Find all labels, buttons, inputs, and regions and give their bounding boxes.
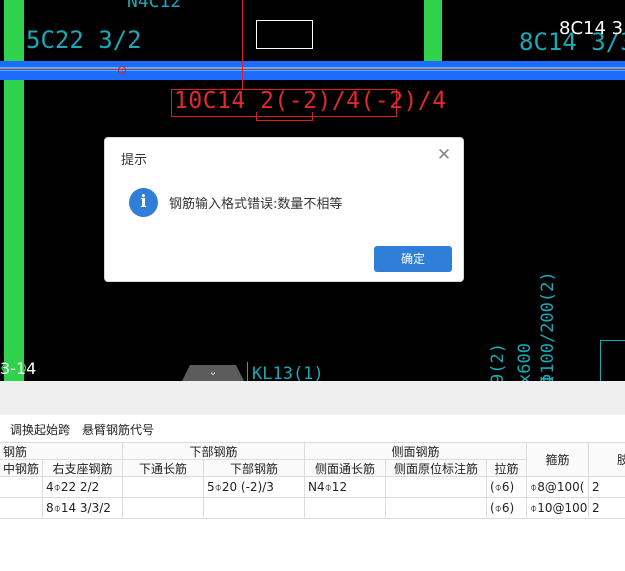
sub-header: 侧面通长筋: [305, 460, 386, 477]
dialog-title: 提示: [121, 153, 148, 168]
table-cell[interactable]: ⌽8@100(: [527, 477, 589, 498]
table-cell[interactable]: 5⌽20 (-2)/3: [204, 477, 305, 498]
group-header: 箍筋: [527, 442, 589, 477]
axis-line-vertical: [242, 0, 243, 90]
table-cell[interactable]: [0, 477, 43, 498]
sub-header: 拉筋: [487, 460, 527, 477]
table-cell[interactable]: N4⌽12: [305, 477, 386, 498]
panel-separator: [0, 381, 625, 415]
group-header: 下部钢筋: [123, 442, 305, 460]
top-right-white-label: 8C14 3: [559, 18, 624, 39]
sub-header: 下通长筋: [123, 460, 204, 477]
axis-line-horizontal: [0, 69, 625, 70]
table-cell[interactable]: [386, 477, 487, 498]
table-cell[interactable]: 2: [589, 477, 625, 498]
stirrup-marker: [600, 340, 625, 381]
dialog-message: 钢筋输入格式错误:数量不相等: [169, 197, 343, 212]
beam: [0, 61, 625, 80]
table-cell[interactable]: ⌽10@100: [527, 498, 589, 519]
collapse-panel-button[interactable]: ⌄: [182, 365, 244, 381]
column-top-right: [424, 0, 442, 61]
table-cell[interactable]: 4⌽22 2/2: [43, 477, 123, 498]
table-toolbar: 调换起始跨 悬臂钢筋代号: [0, 415, 625, 441]
table-cell[interactable]: [305, 498, 386, 519]
info-icon: i: [129, 188, 158, 217]
column-left: [4, 0, 24, 381]
sub-header: 侧面原位标注筋: [386, 460, 487, 477]
close-icon[interactable]: ✕: [435, 146, 453, 164]
message-dialog: 提示 ✕ i 钢筋输入格式错误:数量不相等 确定: [104, 137, 464, 282]
kl-marker: [247, 362, 248, 381]
table-cell[interactable]: (⌽6): [487, 477, 527, 498]
right-vertical-label-3: 9(2): [488, 343, 508, 381]
bottom-center-label: KL13(1): [252, 364, 324, 381]
ok-button[interactable]: 确定: [374, 246, 452, 272]
group-header: 侧面钢筋: [305, 442, 527, 460]
table-cell[interactable]: (⌽6): [487, 498, 527, 519]
table-cell[interactable]: 8⌽14 3/3/2: [43, 498, 123, 519]
table-cell[interactable]: 2: [589, 498, 625, 519]
right-vertical-label-1: Φ100/200(2): [538, 271, 558, 381]
table-cell[interactable]: [123, 477, 204, 498]
right-vertical-label-2: x600: [515, 343, 535, 381]
bottom-left-label: 3-14: [0, 359, 37, 378]
selection-box: [256, 20, 313, 49]
top-left-label: 5C22 3/2: [26, 26, 142, 54]
sub-header: 右支座钢筋: [43, 460, 123, 477]
table-cell[interactable]: [0, 498, 43, 519]
chevron-down-icon: ⌄: [208, 365, 218, 378]
table-cell[interactable]: [386, 498, 487, 519]
table-cell[interactable]: [123, 498, 204, 519]
swap-start-span-button[interactable]: 调换起始跨: [10, 421, 70, 438]
grip-point[interactable]: [118, 66, 126, 74]
table-cell[interactable]: [204, 498, 305, 519]
sub-header: 中钢筋: [0, 460, 43, 477]
group-header: 钢筋: [0, 442, 123, 460]
cantilever-code-button[interactable]: 悬臂钢筋代号: [82, 421, 154, 438]
top-center-label: N4C12: [127, 0, 182, 12]
red-annotation: 10C14 2(-2)/4(-2)/4: [174, 88, 447, 114]
group-header: 肢: [589, 442, 625, 477]
rebar-table: 钢筋 下部钢筋 侧面钢筋 箍筋 肢 中钢筋 右支座钢筋 下通长筋 下部钢筋 侧面…: [0, 441, 625, 571]
sub-header: 下部钢筋: [204, 460, 305, 477]
